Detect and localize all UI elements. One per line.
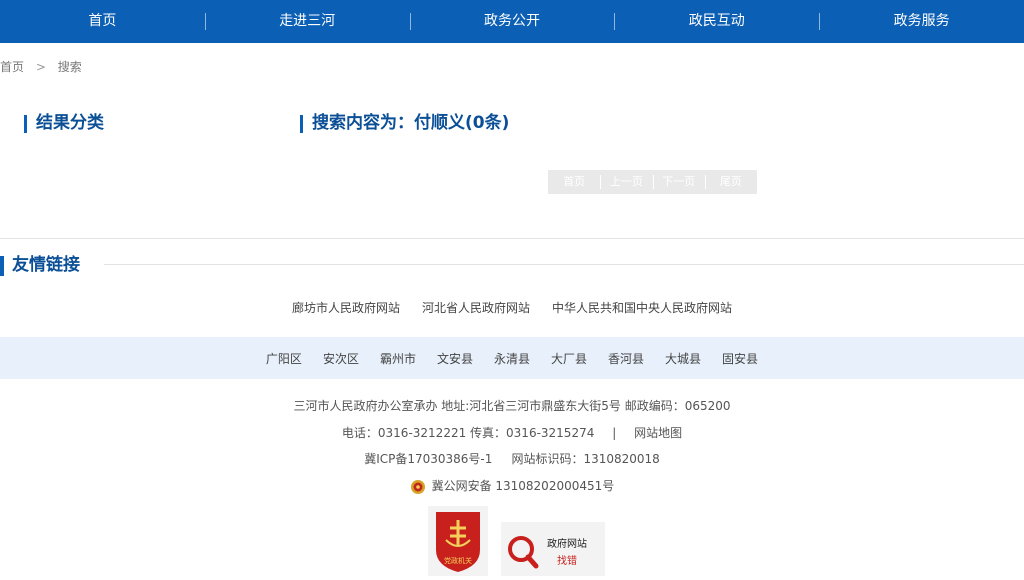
link-county-dachang[interactable]: 大厂县: [551, 350, 587, 367]
party-gov-shield-icon: 党政机关: [436, 512, 480, 572]
link-county-xianghe[interactable]: 香河县: [608, 350, 644, 367]
friend-links-divider: [104, 264, 1024, 265]
gov-error-finder-icon: 政府网站 找错: [508, 536, 587, 569]
content-divider: [0, 238, 1024, 239]
footer-police: 冀公网安备 13108202000451号: [0, 477, 1024, 504]
pager-prev[interactable]: 上一页: [600, 170, 652, 194]
link-county-guan[interactable]: 固安县: [722, 350, 758, 367]
nav-about-sanhe[interactable]: 走进三河: [204, 0, 410, 43]
nav-interaction[interactable]: 政民互动: [614, 0, 819, 43]
top-nav: 首页 走进三河 政务公开 政民互动 政务服务: [0, 0, 1024, 43]
gov-badge-line1: 政府网站: [547, 537, 587, 550]
breadcrumb-current: 搜索: [57, 60, 82, 74]
sitemap-link[interactable]: 网站地图: [634, 426, 682, 440]
police-emblem-icon: [410, 479, 425, 494]
gov-badge-line2: 找错: [557, 554, 577, 567]
footer-pipe: |: [612, 425, 617, 440]
link-county-wenan[interactable]: 文安县: [437, 350, 473, 367]
footer-badges: 党政机关 政府网站 找错: [428, 506, 608, 576]
nav-home[interactable]: 首页: [0, 0, 205, 43]
footer-icp: 冀ICP备17030386号-1 网站标识码：1310820018: [364, 452, 660, 467]
police-record-link[interactable]: 冀公网安备 13108202000451号: [432, 479, 615, 493]
breadcrumb: 首页 > 搜索: [0, 58, 82, 75]
link-county-dacheng[interactable]: 大城县: [665, 350, 701, 367]
nav-gov-affairs-public[interactable]: 政务公开: [409, 0, 615, 43]
breadcrumb-home[interactable]: 首页: [0, 58, 24, 75]
footer-contact: 电话：0316-3212221 传真：0316-3215274 | 网站地图: [0, 424, 1024, 451]
link-county-bazhou[interactable]: 霸州市: [380, 350, 416, 367]
gov-site-error-badge[interactable]: 政府网站 找错: [501, 522, 605, 576]
link-langfang-gov[interactable]: 廊坊市人民政府网站: [292, 299, 400, 316]
pager-next[interactable]: 下一页: [652, 170, 705, 194]
red-badge-text: 党政机关: [444, 556, 472, 565]
pager-last[interactable]: 尾页: [704, 170, 757, 194]
nav-gov-services[interactable]: 政务服务: [819, 0, 1024, 43]
link-county-anci[interactable]: 安次区: [323, 350, 359, 367]
link-central-gov[interactable]: 中华人民共和国中央人民政府网站: [552, 299, 732, 316]
link-county-yongqing[interactable]: 永清县: [494, 350, 530, 367]
category-title: 结果分类: [24, 113, 104, 133]
friend-links-title: 友情链接: [0, 254, 80, 276]
footer-phone: 电话：0316-3212221 传真：0316-3215274: [341, 425, 595, 440]
link-hebei-gov[interactable]: 河北省人民政府网站: [422, 299, 530, 316]
pager: 首页 上一页 下一页 尾页: [548, 170, 757, 194]
search-result-title: 搜索内容为：付顺义(0条): [300, 113, 509, 133]
pager-first[interactable]: 首页: [548, 170, 600, 194]
link-county-guangyang[interactable]: 广阳区: [266, 350, 302, 367]
footer: 三河市人民政府办公室承办 地址:河北省三河市鼎盛东大街5号 邮政编码：06520…: [0, 397, 1024, 504]
party-gov-badge[interactable]: 党政机关: [428, 506, 488, 576]
friend-links: 廊坊市人民政府网站 河北省人民政府网站 中华人民共和国中央人民政府网站: [0, 299, 1024, 316]
breadcrumb-separator: >: [35, 60, 46, 74]
footer-host: 三河市人民政府办公室承办 地址:河北省三河市鼎盛东大街5号 邮政编码：06520…: [293, 399, 731, 413]
county-links: 广阳区 安次区 霸州市 文安县 永清县 大厂县 香河县 大城县 固安县: [0, 337, 1024, 379]
